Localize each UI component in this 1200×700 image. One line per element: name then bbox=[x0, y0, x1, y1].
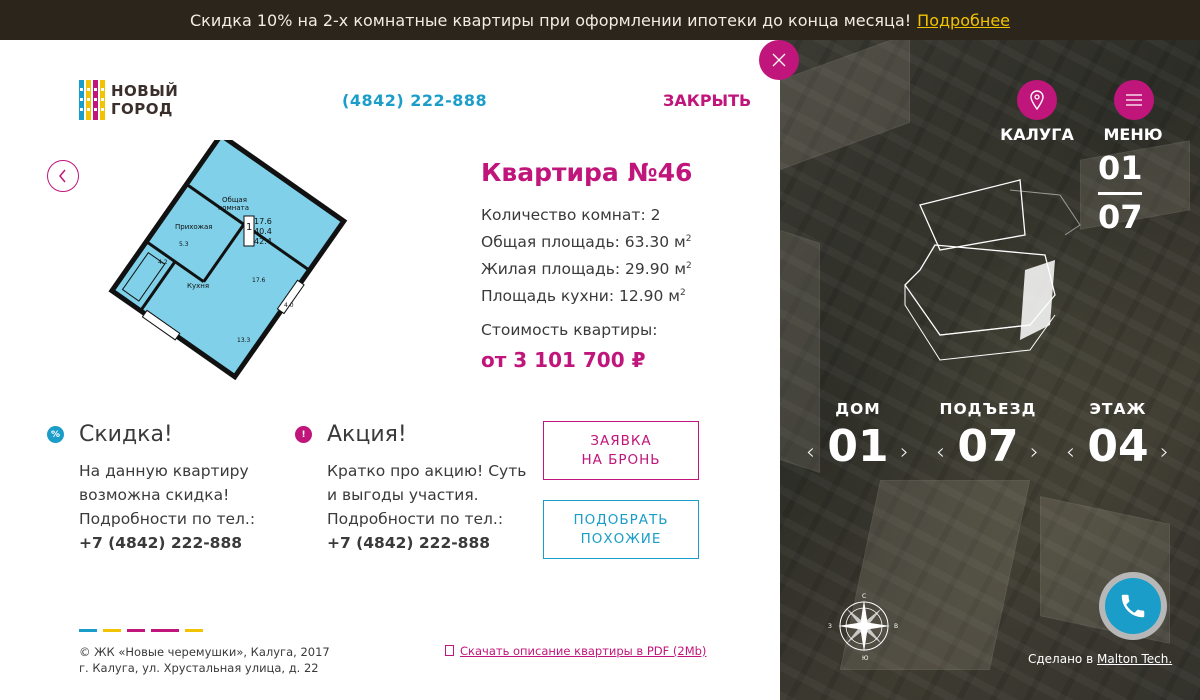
house-value: 01 bbox=[827, 421, 889, 472]
exclamation-icon: ! bbox=[295, 426, 312, 443]
spec-kitchen-area: Площадь кухни: 12.90 м2 bbox=[481, 287, 686, 306]
svg-text:13.3: 13.3 bbox=[237, 337, 251, 344]
compass-icon: С Ю З В bbox=[828, 593, 898, 662]
svg-text:5.3: 5.3 bbox=[179, 241, 189, 248]
discount-title: Скидка! bbox=[79, 422, 173, 447]
made-by: Сделано в Malton Tech. bbox=[1028, 652, 1173, 666]
floor-next-chevron-icon[interactable]: › bbox=[1160, 440, 1169, 465]
svg-text:4.0: 4.0 bbox=[284, 302, 294, 309]
svg-text:40.4: 40.4 bbox=[254, 227, 272, 236]
phone-icon bbox=[1121, 594, 1145, 618]
apartment-title: Квартира №46 bbox=[481, 158, 693, 187]
close-icon bbox=[772, 53, 786, 67]
book-request-button[interactable]: ЗАЯВКА НА БРОНЬ bbox=[543, 421, 699, 480]
floor-value: 04 bbox=[1087, 421, 1149, 472]
action-title: Акция! bbox=[327, 422, 407, 447]
header-phone[interactable]: (4842) 222-888 bbox=[342, 91, 487, 110]
pdf-icon bbox=[445, 645, 454, 656]
close-button[interactable] bbox=[759, 40, 799, 80]
logo-mark bbox=[79, 80, 107, 120]
city-label[interactable]: КАЛУГА bbox=[987, 125, 1087, 144]
floor-label: ЭТАЖ bbox=[1089, 400, 1147, 418]
made-by-link[interactable]: Malton Tech. bbox=[1097, 652, 1172, 666]
entrance-prev-chevron-icon[interactable]: ‹ bbox=[936, 440, 945, 465]
action-phone[interactable]: +7 (4842) 222-888 bbox=[327, 531, 557, 555]
plan-label-general: Общая bbox=[222, 196, 247, 204]
promo-more-link[interactable]: Подробнее bbox=[917, 11, 1010, 30]
svg-text:С: С bbox=[862, 593, 866, 600]
copyright: © ЖК «Новые черемушки», Калуга, 2017 г. … bbox=[79, 645, 330, 675]
spec-living-area: Жилая площадь: 29.90 м2 bbox=[481, 260, 692, 279]
discount-phone[interactable]: +7 (4842) 222-888 bbox=[79, 531, 309, 555]
find-similar-button[interactable]: ПОДОБРАТЬ ПОХОЖИЕ bbox=[543, 500, 699, 559]
price-label: Стоимость квартиры: bbox=[481, 321, 658, 339]
section-counter: 01 07 bbox=[1098, 149, 1143, 236]
apartment-specs: Количество комнат: 2 Общая площадь: 63.3… bbox=[481, 203, 692, 308]
promo-bar: Скидка 10% на 2-х комнатные квартиры при… bbox=[0, 0, 1200, 700]
svg-text:В: В bbox=[894, 623, 898, 630]
entrance-selector: ПОДЪЕЗД 07 bbox=[938, 400, 1038, 472]
footer-color-lines bbox=[79, 629, 209, 632]
previous-apartment-button[interactable] bbox=[47, 160, 79, 192]
spec-total-area: Общая площадь: 63.30 м2 bbox=[481, 233, 692, 252]
price-value: от 3 101 700 ₽ bbox=[481, 348, 646, 372]
house-next-chevron-icon[interactable]: › bbox=[900, 440, 909, 465]
action-block: ! Акция! Кратко про акцию! Суть и выгоды… bbox=[295, 422, 557, 555]
percent-icon: % bbox=[47, 426, 64, 443]
house-prev-chevron-icon[interactable]: ‹ bbox=[806, 440, 815, 465]
floor-selector: ЭТАЖ 04 bbox=[1068, 400, 1168, 472]
counter-total: 07 bbox=[1098, 198, 1143, 236]
apartment-panel: НОВЫЙ ГОРОД (4842) 222-888 ЗАКРЫТЬ Общая… bbox=[0, 40, 780, 700]
house-selector: ДОМ 01 bbox=[808, 400, 908, 472]
house-label: ДОМ bbox=[835, 400, 881, 418]
logo-text: НОВЫЙ ГОРОД bbox=[111, 82, 179, 118]
call-button[interactable] bbox=[1099, 572, 1167, 640]
plan-label-kitchen: Кухня bbox=[187, 282, 209, 290]
plan-label-general2: комната bbox=[218, 204, 249, 212]
promo-text: Скидка 10% на 2-х комнатные квартиры при… bbox=[189, 10, 912, 30]
entrance-next-chevron-icon[interactable]: › bbox=[1030, 440, 1039, 465]
discount-block: % Скидка! На данную квартиру возможна ск… bbox=[47, 422, 309, 555]
location-pin-icon bbox=[1030, 90, 1044, 110]
entrance-label: ПОДЪЕЗД bbox=[939, 400, 1037, 418]
chevron-left-icon bbox=[59, 169, 66, 183]
svg-text:17.6: 17.6 bbox=[254, 217, 272, 226]
floor-plan: Общая комната Прихожая Кухня 1 17.6 40.4… bbox=[108, 140, 348, 380]
floor-prev-chevron-icon[interactable]: ‹ bbox=[1066, 440, 1075, 465]
svg-text:42.4: 42.4 bbox=[254, 237, 272, 246]
plan-label-hall: Прихожая bbox=[175, 223, 213, 231]
counter-current: 01 bbox=[1098, 149, 1143, 187]
pdf-download-link[interactable]: Скачать описание квартиры в PDF (2Mb) bbox=[445, 644, 706, 658]
svg-text:4.2: 4.2 bbox=[158, 259, 168, 266]
menu-label[interactable]: МЕНЮ bbox=[1083, 125, 1183, 144]
close-label[interactable]: ЗАКРЫТЬ bbox=[663, 91, 751, 110]
svg-text:Ю: Ю bbox=[862, 655, 869, 662]
svg-text:1: 1 bbox=[246, 222, 252, 233]
entrance-value: 07 bbox=[957, 421, 1019, 472]
spec-rooms: Количество комнат: 2 bbox=[481, 206, 661, 224]
city-button[interactable] bbox=[1017, 80, 1057, 120]
svg-text:17.6: 17.6 bbox=[252, 277, 266, 284]
building-outline bbox=[904, 179, 1081, 361]
menu-button[interactable] bbox=[1114, 80, 1154, 120]
logo[interactable]: НОВЫЙ ГОРОД bbox=[79, 80, 178, 120]
svg-text:З: З bbox=[828, 623, 832, 630]
hamburger-menu-icon bbox=[1126, 94, 1142, 106]
